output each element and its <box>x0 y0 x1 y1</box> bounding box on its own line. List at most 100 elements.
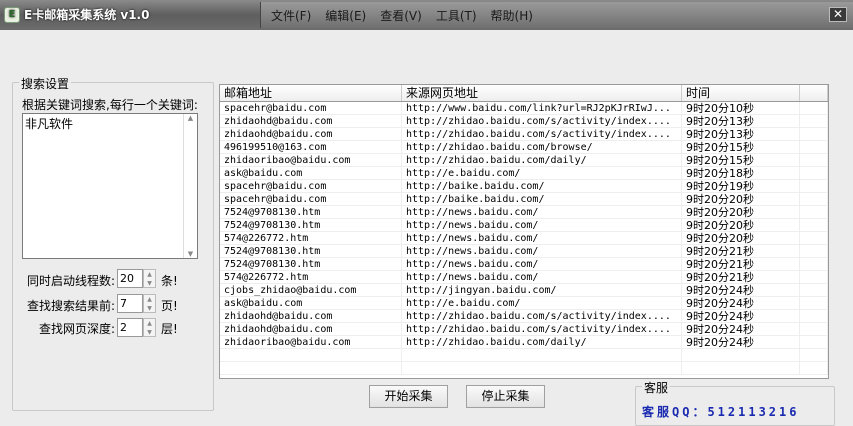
cell-time: 9时20分13秒 <box>682 115 800 127</box>
cell-filler <box>800 271 828 283</box>
close-button[interactable]: ✕ <box>829 7 847 22</box>
menu-view[interactable]: 查看(V) <box>380 7 422 24</box>
cell-time: 9时20分15秒 <box>682 154 800 166</box>
cell-filler <box>800 154 828 166</box>
cell-time: 9时20分24秒 <box>682 284 800 296</box>
cell-email: 7524@9708130.htm <box>220 245 402 257</box>
cell-email: spacehr@baidu.com <box>220 102 402 114</box>
empty-row <box>220 349 828 362</box>
cell-email: spacehr@baidu.com <box>220 180 402 192</box>
table-row[interactable]: ask@baidu.com http://e.baidu.com/9时20分24秒 <box>220 297 828 310</box>
cell-email: ask@baidu.com <box>220 297 402 309</box>
pages-stepper[interactable]: ▲▼ <box>117 294 157 313</box>
pages-input[interactable] <box>117 294 143 313</box>
header-source-url[interactable]: 来源网页地址 <box>402 85 682 101</box>
table-row[interactable]: spacehr@baidu.com http://baike.baidu.com/… <box>220 180 828 193</box>
cell-email: zhidaoribao@baidu.com <box>220 154 402 166</box>
cell-time: 9时20分15秒 <box>682 141 800 153</box>
table-body: spacehr@baidu.com http://www.baidu.com/li… <box>220 102 828 375</box>
depth-unit: 层! <box>161 322 178 336</box>
menu-tools[interactable]: 工具(T) <box>436 7 477 24</box>
results-table[interactable]: 邮箱地址 来源网页地址 时间 spacehr@baidu.com http://w… <box>219 84 829 379</box>
table-row[interactable]: zhidaoribao@baidu.com http://zhidao.baidu… <box>220 154 828 167</box>
table-row[interactable]: zhidaohd@baidu.com http://zhidao.baidu.co… <box>220 128 828 141</box>
cell-source-url: http://zhidao.baidu.com/s/activity/index… <box>402 323 682 335</box>
cell-source-url: http://zhidao.baidu.com/s/activity/index… <box>402 128 682 140</box>
menu-file[interactable]: 文件(F) <box>271 7 311 24</box>
cell-time: 9时20分19秒 <box>682 180 800 192</box>
cell-email: spacehr@baidu.com <box>220 193 402 205</box>
textarea-scrollbar[interactable]: ▲ ▼ <box>183 114 197 258</box>
threads-label: 同时启动线程数: <box>26 274 115 288</box>
depth-stepper[interactable]: ▲▼ <box>117 318 157 337</box>
table-row[interactable]: ask@baidu.com http://e.baidu.com/9时20分18秒 <box>220 167 828 180</box>
table-row[interactable]: zhidaohd@baidu.com http://zhidao.baidu.co… <box>220 323 828 336</box>
table-header: 邮箱地址 来源网页地址 时间 <box>220 85 828 102</box>
cell-filler <box>800 115 828 127</box>
empty-cell <box>402 349 682 361</box>
table-row[interactable]: 574@226772.htm http://news.baidu.com/9时20… <box>220 232 828 245</box>
threads-input[interactable] <box>117 269 143 288</box>
cell-time: 9时20分21秒 <box>682 271 800 283</box>
table-row[interactable]: spacehr@baidu.com http://www.baidu.com/li… <box>220 102 828 115</box>
cell-email: zhidaohd@baidu.com <box>220 115 402 127</box>
header-time[interactable]: 时间 <box>682 85 800 101</box>
cell-source-url: http://news.baidu.com/ <box>402 258 682 270</box>
cell-source-url: http://news.baidu.com/ <box>402 271 682 283</box>
cell-email: 496199510@163.com <box>220 141 402 153</box>
cell-filler <box>800 206 828 218</box>
table-row[interactable]: 7524@9708130.htm http://news.baidu.com/9时… <box>220 206 828 219</box>
cell-filler <box>800 167 828 179</box>
empty-row <box>220 362 828 375</box>
cell-source-url: http://zhidao.baidu.com/daily/ <box>402 336 682 348</box>
spin-arrows-icon[interactable]: ▲ ▼ <box>143 318 156 337</box>
header-email[interactable]: 邮箱地址 <box>220 85 402 101</box>
table-row[interactable]: 7524@9708130.htm http://news.baidu.com/9时… <box>220 245 828 258</box>
cell-filler <box>800 102 828 114</box>
menu-help[interactable]: 帮助(H) <box>491 7 533 24</box>
spin-arrows-icon[interactable]: ▲ ▼ <box>143 269 156 288</box>
depth-label: 查找网页深度: <box>38 322 115 336</box>
empty-cell <box>682 349 800 361</box>
spin-arrows-icon[interactable]: ▲ ▼ <box>143 294 156 313</box>
cell-time: 9时20分21秒 <box>682 258 800 270</box>
cell-filler <box>800 219 828 231</box>
cell-source-url: http://news.baidu.com/ <box>402 232 682 244</box>
menu-edit[interactable]: 编辑(E) <box>325 7 366 24</box>
start-button[interactable]: 开始采集 <box>369 385 448 408</box>
keywords-textarea[interactable]: 非凡软件 ▲ ▼ <box>22 113 198 259</box>
table-row[interactable]: 574@226772.htm http://news.baidu.com/9时20… <box>220 271 828 284</box>
cell-email: zhidaoribao@baidu.com <box>220 336 402 348</box>
search-settings-title: 搜索设置 <box>19 75 72 92</box>
table-row[interactable]: zhidaohd@baidu.com http://zhidao.baidu.co… <box>220 310 828 323</box>
cell-email: zhidaohd@baidu.com <box>220 310 402 322</box>
app-logo-icon: E <box>4 6 20 23</box>
cell-source-url: http://www.baidu.com/link?url=RJ2pKJrRIw… <box>402 102 682 114</box>
cell-email: cjobs_zhidao@baidu.com <box>220 284 402 296</box>
title-bar: E E卡邮箱采集系统 v1.0 文件(F) 编辑(E) 查看(V) 工具(T) … <box>0 0 853 30</box>
cell-time: 9时20分18秒 <box>682 167 800 179</box>
table-row[interactable]: 7524@9708130.htm http://news.baidu.com/9时… <box>220 258 828 271</box>
table-row[interactable]: cjobs_zhidao@baidu.com http://jingyan.bai… <box>220 284 828 297</box>
cell-source-url: http://baike.baidu.com/ <box>402 180 682 192</box>
table-row[interactable]: 496199510@163.com http://zhidao.baidu.com… <box>220 141 828 154</box>
table-row[interactable]: zhidaoribao@baidu.com http://zhidao.baidu… <box>220 336 828 349</box>
cell-source-url: http://news.baidu.com/ <box>402 245 682 257</box>
cell-time: 9时20分20秒 <box>682 232 800 244</box>
cell-source-url: http://news.baidu.com/ <box>402 206 682 218</box>
depth-input[interactable] <box>117 318 143 337</box>
cell-filler <box>800 245 828 257</box>
cell-source-url: http://jingyan.baidu.com/ <box>402 284 682 296</box>
table-row[interactable]: spacehr@baidu.com http://baike.baidu.com/… <box>220 193 828 206</box>
stop-button[interactable]: 停止采集 <box>466 385 545 408</box>
support-title: 客服 <box>642 379 671 396</box>
table-row[interactable]: zhidaohd@baidu.com http://zhidao.baidu.co… <box>220 115 828 128</box>
keywords-text: 非凡软件 <box>25 117 74 131</box>
cell-source-url: http://zhidao.baidu.com/s/activity/index… <box>402 310 682 322</box>
cell-source-url: http://zhidao.baidu.com/daily/ <box>402 154 682 166</box>
keyword-instruction: 根据关键词搜索,每行一个关键词: <box>22 98 198 112</box>
threads-unit: 条! <box>161 274 178 288</box>
table-row[interactable]: 7524@9708130.htm http://news.baidu.com/9时… <box>220 219 828 232</box>
cell-filler <box>800 310 828 322</box>
threads-stepper[interactable]: ▲▼ <box>117 269 157 288</box>
